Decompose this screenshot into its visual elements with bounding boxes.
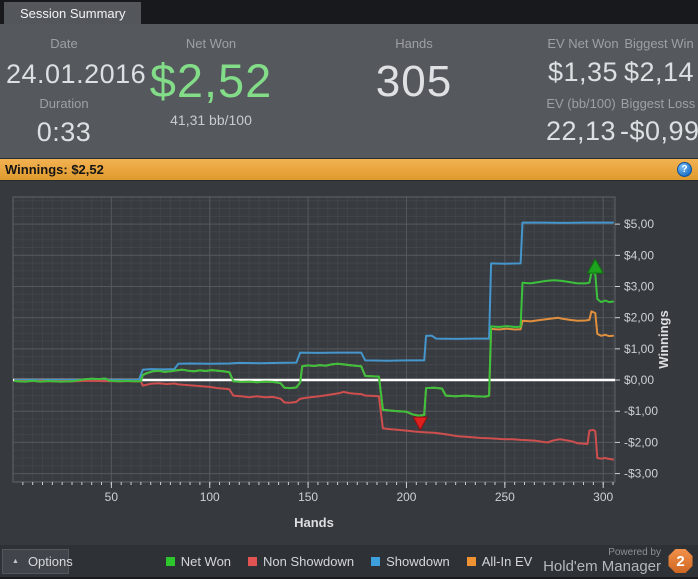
brand-name: Hold'em Manager — [543, 558, 661, 575]
stat-date-label: Date — [50, 36, 78, 51]
hm2-logo-icon: 2 — [668, 549, 693, 573]
stat-duration: Duration 0:33 — [6, 96, 122, 148]
stat-net-won-bb100: 41,31 bb/100 — [170, 112, 252, 128]
stat-net-won-label: Net Won — [185, 36, 237, 51]
stat-net-won: Net Won $2,52 41,31 bb/100 — [136, 36, 286, 128]
stat-duration-value: 0:33 — [36, 117, 92, 147]
stat-biggest-loss: Biggest Loss -$0,99 — [620, 96, 698, 147]
stat-date-value: 24.01.2016 — [6, 59, 147, 89]
svg-text:250: 250 — [495, 490, 515, 504]
legend-item-net-won[interactable]: Net Won — [165, 553, 232, 569]
tab-session-summary[interactable]: Session Summary — [4, 2, 142, 24]
stat-biggest-win-value: $2,14 — [624, 57, 695, 87]
legend-item-all-in-ev[interactable]: All-In EV — [466, 553, 533, 569]
stat-ev-net-won-label: EV Net Won — [547, 36, 619, 51]
winnings-header-text: Winnings: $2,52 — [5, 162, 104, 177]
all-in-ev-swatch-icon — [466, 556, 476, 566]
stat-date: Date 24.01.2016 — [6, 36, 147, 90]
svg-text:50: 50 — [105, 490, 119, 504]
svg-text:$1,00: $1,00 — [624, 342, 654, 356]
stat-ev-bb100-value: 22,13 — [545, 116, 617, 146]
svg-text:Winnings: Winnings — [656, 310, 671, 368]
legend-item-showdown[interactable]: Showdown — [371, 554, 450, 569]
winnings-header-bar[interactable]: Winnings: $2,52 ? — [0, 158, 698, 181]
stat-biggest-win-label: Biggest Win — [624, 36, 694, 51]
legend-label: Non Showdown — [263, 553, 355, 569]
svg-text:$2,00: $2,00 — [624, 311, 654, 325]
showdown-swatch-icon — [371, 556, 381, 566]
winnings-chart[interactable]: $5,00 $4,00 $3,00 $2,00 $1,00 $0,00 -$1,00 -$2,… — [0, 181, 698, 545]
stat-hands-value: 305 — [375, 57, 453, 106]
stat-duration-label: Duration — [39, 96, 89, 111]
help-icon[interactable]: ? — [677, 162, 692, 177]
legend-label: All-In EV — [481, 553, 533, 569]
chart-panel: $5,00 $4,00 $3,00 $2,00 $1,00 $0,00 -$1,00 -$2,… — [0, 181, 698, 545]
stat-biggest-loss-label: Biggest Loss — [620, 96, 696, 111]
stat-ev-net-won: EV Net Won $1,35 — [540, 36, 626, 88]
stat-net-won-value: $2,52 — [149, 54, 273, 107]
options-button[interactable]: ▲ Options — [2, 549, 73, 574]
svg-text:150: 150 — [298, 490, 318, 504]
svg-text:Hands: Hands — [294, 515, 334, 530]
svg-text:$3,00: $3,00 — [624, 279, 654, 293]
svg-text:-$3,00: -$3,00 — [624, 467, 658, 481]
powered-by-label: Powered by — [608, 547, 661, 558]
options-button-label: Options — [27, 554, 73, 569]
stat-ev-bb100-label: EV (bb/100) — [546, 96, 616, 111]
branding: Powered by Hold'em Manager 2 — [543, 547, 693, 575]
stat-ev-net-won-value: $1,35 — [547, 57, 619, 87]
stat-hands: Hands 305 — [344, 36, 484, 107]
stats-panel: Date 24.01.2016 Duration 0:33 Net Won $2… — [0, 24, 698, 158]
stat-biggest-win: Biggest Win $2,14 — [624, 36, 694, 88]
stat-ev-bb100: EV (bb/100) 22,13 — [536, 96, 626, 147]
svg-text:$4,00: $4,00 — [624, 248, 654, 262]
svg-text:200: 200 — [396, 490, 416, 504]
svg-text:-$1,00: -$1,00 — [624, 404, 658, 418]
session-summary-window: Session Summary Date 24.01.2016 Duration… — [0, 0, 698, 579]
svg-text:-$2,00: -$2,00 — [624, 435, 658, 449]
net-won-swatch-icon — [165, 556, 175, 566]
legend-item-non-showdown[interactable]: Non Showdown — [248, 554, 354, 569]
svg-text:300: 300 — [593, 490, 613, 504]
svg-text:$0,00: $0,00 — [624, 373, 654, 387]
svg-text:100: 100 — [200, 490, 220, 504]
brand-text: Powered by Hold'em Manager — [543, 547, 661, 575]
legend-label: Net Won — [180, 553, 232, 569]
chevron-up-icon: ▲ — [12, 558, 19, 565]
svg-text:$5,00: $5,00 — [624, 217, 654, 231]
stat-hands-label: Hands — [395, 36, 433, 51]
footer-bar: ▲ Options Net Won Non Showdown Showdown … — [0, 545, 698, 577]
titlebar: Session Summary — [0, 0, 698, 24]
stat-biggest-loss-value: -$0,99 — [620, 116, 698, 146]
legend-label: Showdown — [386, 553, 450, 569]
non-showdown-swatch-icon — [248, 556, 258, 566]
